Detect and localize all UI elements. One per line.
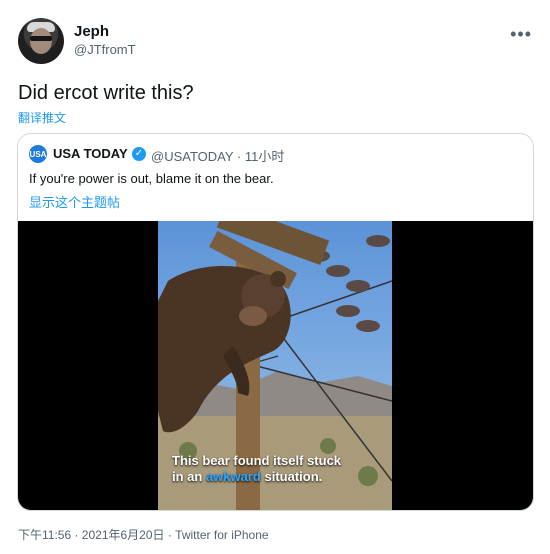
tweet-header: Jeph @JTfromT ••• [18,18,532,64]
quoted-handle-time: @USATODAY · 11小时 [151,149,285,164]
avatar-face [30,28,52,54]
usa-today-logo-icon: USA [29,145,47,163]
logo-text: USA [29,149,47,159]
verified-badge-icon: ✓ [132,147,146,161]
more-options-icon[interactable]: ••• [510,24,532,45]
quoted-author-name: USA TODAY [53,146,128,161]
video-frame: This bear found itself stuck in an awkwa… [158,221,392,510]
tweet-text: Did ercot write this? [18,82,194,104]
show-thread-link[interactable]: 显示这个主题帖 [29,192,120,211]
tweet-meta[interactable]: 下午11:56 · 2021年6月20日 · Twitter for iPhon… [18,526,269,543]
avatar-glasses [30,36,52,41]
caption-line-2: in an awkward situation. [172,469,341,485]
author-name[interactable]: Jeph [74,23,109,40]
avatar[interactable] [18,18,64,64]
caption-before: in an [172,469,206,484]
author-handle[interactable]: @JTfromT [74,42,136,57]
caption-after: situation. [260,469,323,484]
caption-line-1: This bear found itself stuck [172,453,342,468]
translate-tweet-link[interactable]: 翻译推文 [18,109,66,126]
quoted-tweet-text: If you're power is out, blame it on the … [29,171,274,186]
quoted-tweet-card[interactable]: USA USA TODAY ✓ @USATODAY · 11小时 If you'… [17,133,534,511]
caption-highlight: awkward [205,469,261,484]
video-caption: This bear found itself stuck in an awkwa… [172,453,341,485]
video-player[interactable]: This bear found itself stuck in an awkwa… [18,221,533,510]
